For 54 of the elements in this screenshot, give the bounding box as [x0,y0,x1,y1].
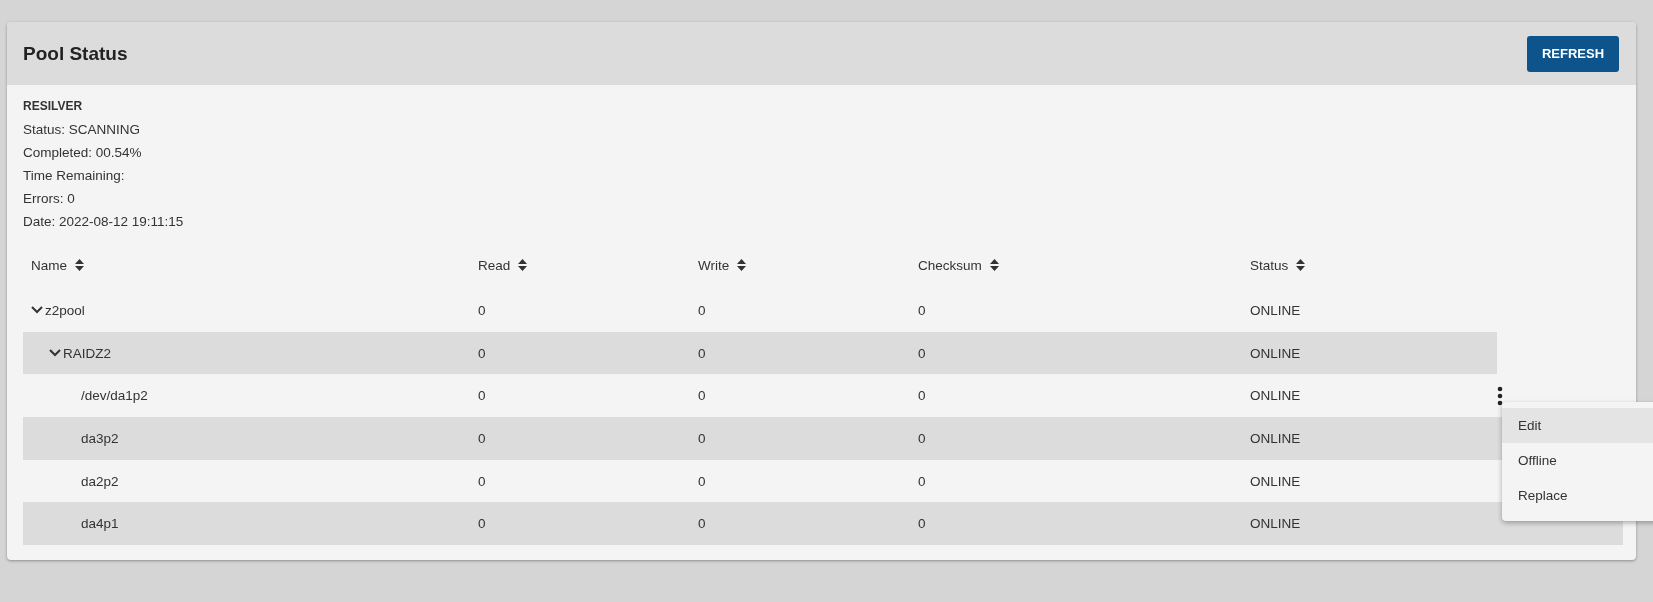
column-header[interactable]: Checksum [918,257,982,273]
refresh-button[interactable]: REFRESH [1527,35,1619,72]
scan-detail: Completed: 00.54% [23,144,143,162]
column-header[interactable]: Write [698,257,730,273]
more-options-icon[interactable] [1497,385,1503,406]
name-cell: da4p1 [81,516,119,532]
column-header[interactable]: Name [31,257,67,273]
card-title: Pool Status [23,42,128,65]
table-cell: 0 [698,473,706,489]
table-cell: 0 [478,430,486,446]
scan-detail: Date: 2022-08-12 19:11:15 [23,213,185,231]
menu-item[interactable]: Edit [1502,408,1653,444]
scan-detail: Errors: 0 [23,190,76,208]
table-cell: 0 [918,430,926,446]
name-cell: /dev/da1p2 [81,388,148,404]
table-cell: 0 [478,473,486,489]
column-header[interactable]: Read [478,257,511,273]
table-cell: 0 [698,345,706,361]
table-cell: ONLINE [1250,345,1301,361]
table-cell: 0 [918,302,926,318]
table-cell: 0 [918,345,926,361]
name-cell: RAIDZ2 [63,345,111,361]
scan-detail: Time Remaining: [23,167,126,185]
menu-item[interactable]: Offline [1502,443,1653,479]
sort-icon[interactable] [1296,259,1306,271]
name-cell: da2p2 [81,473,119,489]
table-cell: 0 [478,345,486,361]
table-cell: ONLINE [1250,473,1301,489]
sort-icon[interactable] [737,259,747,271]
table-cell: 0 [918,516,926,532]
table-cell: 0 [918,473,926,489]
menu-item[interactable]: Replace [1502,478,1653,514]
table-cell: 0 [478,388,486,404]
table-cell: 0 [478,302,486,318]
chevron-icon[interactable] [31,306,43,315]
sort-icon[interactable] [75,259,84,271]
table-cell: 0 [478,516,486,532]
table-cell: ONLINE [1250,516,1301,532]
table-cell: ONLINE [1250,302,1301,318]
table-cell: 0 [698,516,706,532]
sort-icon[interactable] [518,259,528,271]
table-cell: 0 [698,302,706,318]
table-cell: ONLINE [1250,430,1301,446]
table-cell: 0 [918,388,926,404]
table-cell: 0 [698,388,706,404]
scan-heading: RESILVER [23,98,84,115]
table-cell: 0 [698,430,706,446]
scan-detail: Status: SCANNING [23,121,142,139]
name-cell: da3p2 [81,430,119,446]
column-header[interactable]: Status [1250,257,1289,273]
table-cell: ONLINE [1250,388,1301,404]
name-cell: z2pool [45,302,85,318]
sort-icon[interactable] [989,259,999,271]
chevron-icon[interactable] [49,349,61,358]
